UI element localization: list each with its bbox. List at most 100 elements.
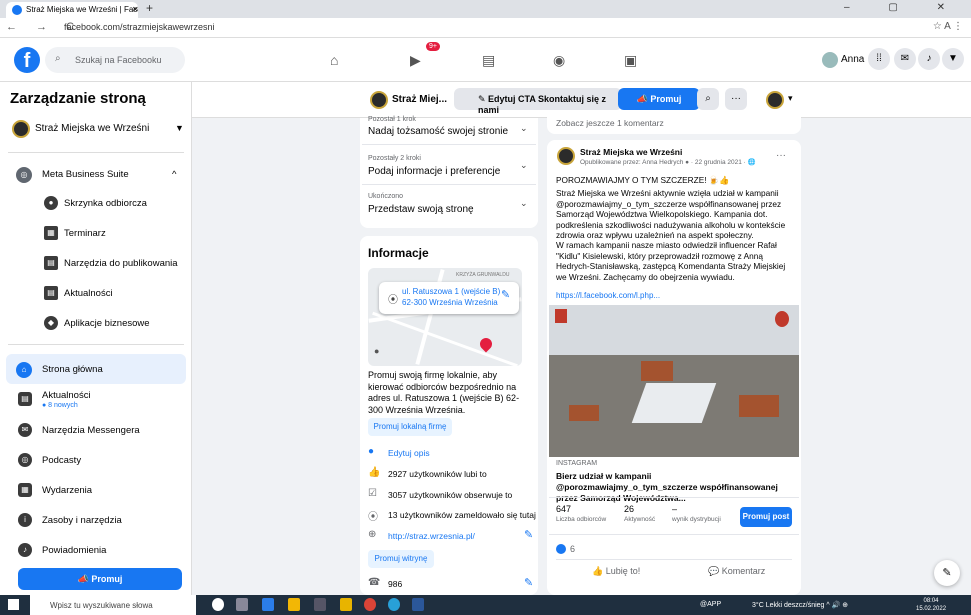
step-title[interactable]: Nadaj tożsamość swojej stronie bbox=[368, 126, 508, 137]
store-icon[interactable] bbox=[314, 598, 326, 611]
account-menu-icon[interactable]: ▼ bbox=[942, 48, 964, 70]
more-options-icon[interactable]: ··· bbox=[725, 88, 747, 110]
menu-grid-icon[interactable]: ⁞⁞ bbox=[868, 48, 890, 70]
chevron-down-icon[interactable]: ⌄ bbox=[520, 198, 528, 209]
sidebar-item-publishing-tools[interactable]: Narzędzia do publikowania bbox=[64, 258, 178, 269]
search-icon[interactable]: ⌕ bbox=[697, 88, 719, 110]
page-switcher[interactable]: Straż Miejska we Wrześni bbox=[35, 123, 149, 134]
new-tab-icon[interactable]: + bbox=[146, 1, 153, 15]
engagement-value: 26 bbox=[624, 504, 635, 514]
compose-icon[interactable]: ✎ bbox=[934, 560, 960, 586]
sidebar-item-resources[interactable]: Zasoby i narzędzia bbox=[42, 515, 122, 526]
close-tab-icon[interactable]: ✕ bbox=[132, 5, 138, 14]
page-name[interactable]: Straż Miej... bbox=[392, 94, 447, 105]
edit-pencil-icon[interactable]: ✎ bbox=[501, 288, 510, 301]
facebook-topnav: f ⌕ Szukaj na Facebooku ⌂ ▶ 9+ ▤ ◉ ▣ Ann… bbox=[0, 38, 971, 82]
sidebar-item-podcasts[interactable]: Podcasty bbox=[42, 455, 81, 466]
step-title[interactable]: Przedstaw swoją stronę bbox=[368, 204, 474, 215]
edit-pencil-icon[interactable]: ✎ bbox=[524, 576, 533, 589]
website-link[interactable]: http://straz.wrzesnia.pl/ bbox=[388, 531, 475, 541]
app-icon[interactable] bbox=[388, 598, 400, 611]
edge-icon[interactable] bbox=[262, 598, 274, 611]
home-icon[interactable]: ⌂ bbox=[330, 52, 338, 68]
marketplace-icon[interactable]: ▤ bbox=[482, 52, 495, 69]
like-button[interactable]: 👍 Lubię to! bbox=[592, 566, 640, 577]
browser-menu-icons[interactable]: ☆ A ⋮ bbox=[933, 21, 963, 32]
post-link[interactable]: https://l.facebook.com/l.php... bbox=[556, 291, 660, 300]
chevron-down-icon[interactable]: ▾ bbox=[788, 93, 793, 104]
chevron-up-icon[interactable]: ^ bbox=[172, 169, 176, 180]
sidebar-item-business-suite[interactable]: Meta Business Suite bbox=[42, 169, 129, 180]
address-line-1[interactable]: ul. Ratuszowa 1 (wejście B) bbox=[402, 287, 500, 296]
sidebar-item-business-apps[interactable]: Aplikacje biznesowe bbox=[64, 318, 150, 329]
groups-icon[interactable]: ◉ bbox=[553, 52, 565, 69]
promote-post-button[interactable]: Promuj post bbox=[740, 507, 792, 527]
info-icon: ● bbox=[368, 446, 375, 457]
post-author[interactable]: Straż Miejska we Wrześni bbox=[580, 147, 682, 157]
tray-clock[interactable]: 08:04 15.02.2022 bbox=[916, 597, 946, 613]
taskbar-search-input[interactable]: Wpisz tu wyszukiwane słowa bbox=[30, 595, 196, 615]
browser-tabbar: Straż Miejska we Wrześni | Faceb ✕ + – ▢… bbox=[0, 0, 971, 18]
promote-website-button[interactable]: Promuj witrynę bbox=[368, 550, 434, 568]
see-more-comments-link[interactable]: Zobacz jeszcze 1 komentarz bbox=[556, 118, 664, 128]
edit-pencil-icon[interactable]: ✎ bbox=[524, 528, 533, 541]
post-options-icon[interactable]: ··· bbox=[776, 150, 786, 161]
browser-tab[interactable]: Straż Miejska we Wrześni | Faceb ✕ bbox=[6, 2, 138, 18]
post-image[interactable] bbox=[549, 305, 799, 457]
sidebar-item-feed[interactable]: Aktualności bbox=[42, 390, 91, 401]
sidebar-item-inbox[interactable]: Skrzynka odbiorcza bbox=[64, 198, 147, 209]
avatar[interactable] bbox=[822, 52, 838, 68]
image-square bbox=[631, 383, 717, 423]
watch-icon[interactable]: ▶ bbox=[410, 52, 421, 69]
image-building bbox=[739, 395, 779, 417]
edit-cta-button[interactable]: ✎ Edytuj CTA Skontaktuj się z nami bbox=[454, 88, 622, 115]
engagement-label: Aktywność bbox=[624, 516, 656, 523]
profile-name[interactable]: Anna bbox=[841, 54, 864, 65]
chevron-down-icon[interactable]: ▼ bbox=[175, 123, 184, 133]
promote-button[interactable]: 📣 Promuj bbox=[18, 568, 182, 590]
sidebar-item-notifications[interactable]: Powiadomienia bbox=[42, 545, 106, 556]
sidebar-item-messenger-tools[interactable]: Narzędzia Messengera bbox=[42, 425, 140, 436]
promote-local-business-button[interactable]: Promuj lokalną firmę bbox=[368, 418, 452, 436]
attachment-title[interactable]: Bierz udział w kampanii @porozmawiajmy_o… bbox=[556, 471, 788, 504]
divider bbox=[549, 497, 799, 498]
chevron-down-icon[interactable]: ⌄ bbox=[520, 160, 528, 171]
map-info-icon[interactable]: ● bbox=[374, 346, 379, 356]
chevron-down-icon[interactable]: ⌄ bbox=[520, 123, 528, 134]
facebook-logo-icon[interactable]: f bbox=[14, 47, 40, 73]
promote-button[interactable]: 📣 Promuj bbox=[618, 88, 700, 110]
task-view-icon[interactable] bbox=[236, 598, 248, 611]
messenger-icon[interactable]: ✉ bbox=[894, 48, 916, 70]
sidebar-item-events[interactable]: Wydarzenia bbox=[42, 485, 92, 496]
tray-app-label[interactable]: @APP bbox=[700, 601, 721, 608]
reaction-count[interactable]: 6 bbox=[570, 544, 575, 554]
cortana-icon[interactable] bbox=[212, 598, 224, 611]
window-controls[interactable]: – ▢ ✕ bbox=[844, 2, 963, 13]
info-icon: i bbox=[18, 513, 32, 527]
sidebar-item-planner[interactable]: Terminarz bbox=[64, 228, 106, 239]
file-explorer-icon[interactable] bbox=[288, 598, 300, 611]
comment-button[interactable]: 💬 Komentarz bbox=[708, 566, 765, 577]
news-feed-icon: ▤ bbox=[18, 392, 32, 406]
url-field[interactable]: facebook.com/strazmiejskawewrzesni bbox=[64, 22, 215, 32]
sidebar-item-news[interactable]: Aktualności bbox=[64, 288, 113, 299]
chrome-icon[interactable] bbox=[364, 598, 376, 611]
search-input[interactable]: ⌕ Szukaj na Facebooku bbox=[45, 47, 185, 73]
divider bbox=[362, 184, 536, 185]
page-avatar-switcher[interactable] bbox=[766, 91, 784, 109]
app-icon[interactable] bbox=[340, 598, 352, 611]
notifications-bell-icon[interactable]: ♪ bbox=[918, 48, 940, 70]
location-pin-icon: ⦿ bbox=[388, 295, 398, 306]
windows-start-icon[interactable] bbox=[8, 599, 19, 610]
step-status: Pozostały 2 kroki bbox=[368, 155, 421, 162]
checkin-icon: ⦿ bbox=[368, 512, 378, 523]
edit-description-link[interactable]: Edytuj opis bbox=[388, 448, 430, 458]
step-title[interactable]: Podaj informacje i preferencje bbox=[368, 166, 500, 177]
address-line-2[interactable]: 62-300 Września Września bbox=[402, 298, 498, 307]
gaming-icon[interactable]: ▣ bbox=[624, 52, 637, 69]
tray-weather[interactable]: 3°C Lekki deszcz/śnieg ^ 🔊 ⊕ bbox=[752, 601, 848, 609]
sidebar-item-home[interactable]: Strona główna bbox=[42, 364, 103, 375]
divider bbox=[556, 559, 792, 560]
word-icon[interactable] bbox=[412, 598, 424, 611]
image-building bbox=[641, 361, 673, 381]
